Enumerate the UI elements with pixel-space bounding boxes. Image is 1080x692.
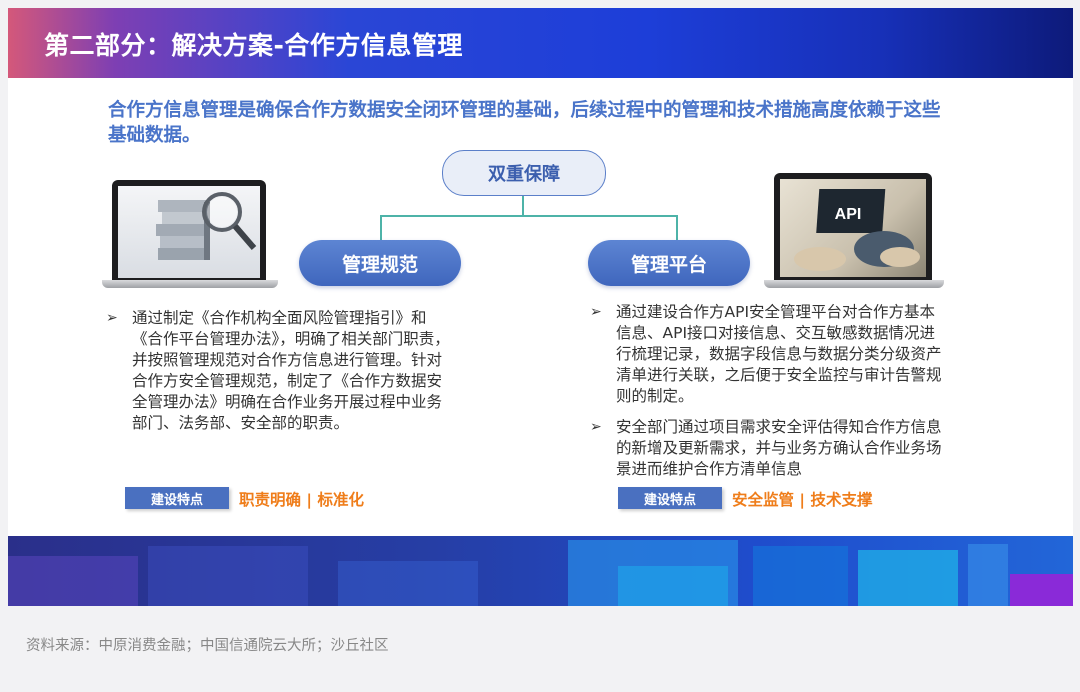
title-bar: 第二部分：解决方案-合作方信息管理	[8, 8, 1073, 78]
api-illustration: API	[794, 189, 920, 271]
documents-illustration	[156, 192, 257, 260]
footer-decoration	[8, 536, 1073, 606]
arrow-bullet-icon: ➢	[590, 304, 602, 320]
connector-left-drop	[380, 215, 382, 240]
pill-management-platform: 管理平台	[588, 240, 750, 286]
pill-management-standard: 管理规范	[299, 240, 461, 286]
connector-horizontal	[380, 215, 678, 217]
list-item: ➢ 通过制定《合作机构全面风险管理指引》和《合作平台管理办法》，明确了相关部门职…	[106, 309, 450, 432]
list-item: ➢ 安全部门通过项目需求安全评估得知合作方信息的新增及更新需求，并与业务方确认合…	[590, 418, 942, 478]
laptop-api-image: API	[764, 173, 944, 291]
arrow-bullet-icon: ➢	[590, 419, 602, 435]
arrow-bullet-icon: ➢	[106, 310, 118, 326]
slide: 第二部分：解决方案-合作方信息管理 合作方信息管理是确保合作方数据安全闭环管理的…	[8, 8, 1073, 606]
center-label-pill: 双重保障	[442, 150, 606, 196]
connector-vertical	[522, 194, 524, 216]
left-feature-text: 职责明确 | 标准化	[239, 491, 364, 509]
right-feature-tag: 建设特点	[618, 487, 722, 509]
right-feature-text: 安全监管 | 技术支撑	[732, 491, 873, 509]
api-screen-label: API	[835, 206, 862, 223]
laptop-documents-image	[102, 180, 278, 290]
intro-text: 合作方信息管理是确保合作方数据安全闭环管理的基础，后续过程中的管理和技术措施高度…	[108, 100, 941, 146]
source-caption: 资料来源：中原消费金融；中国信通院云大所；沙丘社区	[26, 638, 389, 654]
list-item: ➢ 通过建设合作方API安全管理平台对合作方基本信息、API接口对接信息、交互敏…	[590, 303, 942, 405]
right-bullet-list: ➢ 通过建设合作方API安全管理平台对合作方基本信息、API接口对接信息、交互敏…	[590, 302, 950, 490]
connector-right-drop	[676, 215, 678, 240]
left-bullet-list: ➢ 通过制定《合作机构全面风险管理指引》和《合作平台管理办法》，明确了相关部门职…	[106, 308, 456, 444]
page-title: 第二部分：解决方案-合作方信息管理	[44, 31, 463, 60]
left-feature-tag: 建设特点	[125, 487, 229, 509]
